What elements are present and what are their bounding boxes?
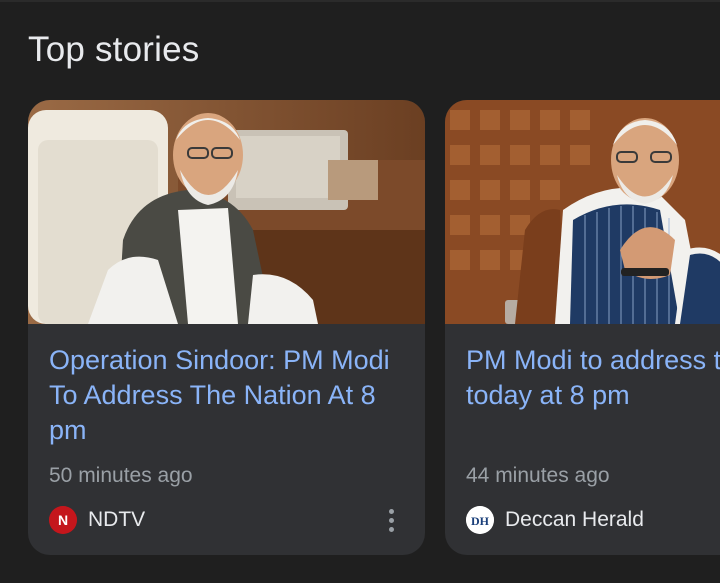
story-thumbnail[interactable]: [445, 100, 720, 324]
section-title: Top stories: [28, 30, 200, 69]
story-image: [28, 100, 425, 324]
deccan-herald-logo-icon: DH: [466, 506, 494, 534]
story-source: N NDTV: [49, 505, 145, 535]
story-timestamp: 50 minutes ago: [49, 464, 193, 487]
story-headline[interactable]: Operation Sindoor: PM Modi To Address Th…: [49, 343, 409, 448]
story-thumbnail[interactable]: [28, 100, 425, 324]
divider: [0, 0, 720, 2]
more-options-button[interactable]: [379, 506, 403, 534]
story-source: DH Deccan Herald: [466, 505, 644, 535]
story-card[interactable]: PM Modi to address the nation today at 8…: [445, 100, 720, 555]
dot-icon: [388, 526, 394, 532]
top-stories-page: Top stories Operation Sindoor: PM Modi T…: [0, 0, 720, 583]
source-name: NDTV: [88, 508, 146, 531]
stories-carousel[interactable]: Operation Sindoor: PM Modi To Address Th…: [0, 100, 720, 555]
dot-icon: [388, 508, 394, 514]
story-card[interactable]: Operation Sindoor: PM Modi To Address Th…: [28, 100, 425, 555]
source-name: Deccan Herald: [505, 508, 644, 531]
story-timestamp: 44 minutes ago: [466, 464, 610, 487]
dot-icon: [388, 517, 394, 523]
svg-text:N: N: [58, 512, 68, 528]
svg-text:DH: DH: [471, 514, 490, 528]
ndtv-logo-icon: N: [49, 506, 77, 534]
story-headline[interactable]: PM Modi to address the nation today at 8…: [466, 343, 720, 413]
story-image: [445, 100, 720, 324]
